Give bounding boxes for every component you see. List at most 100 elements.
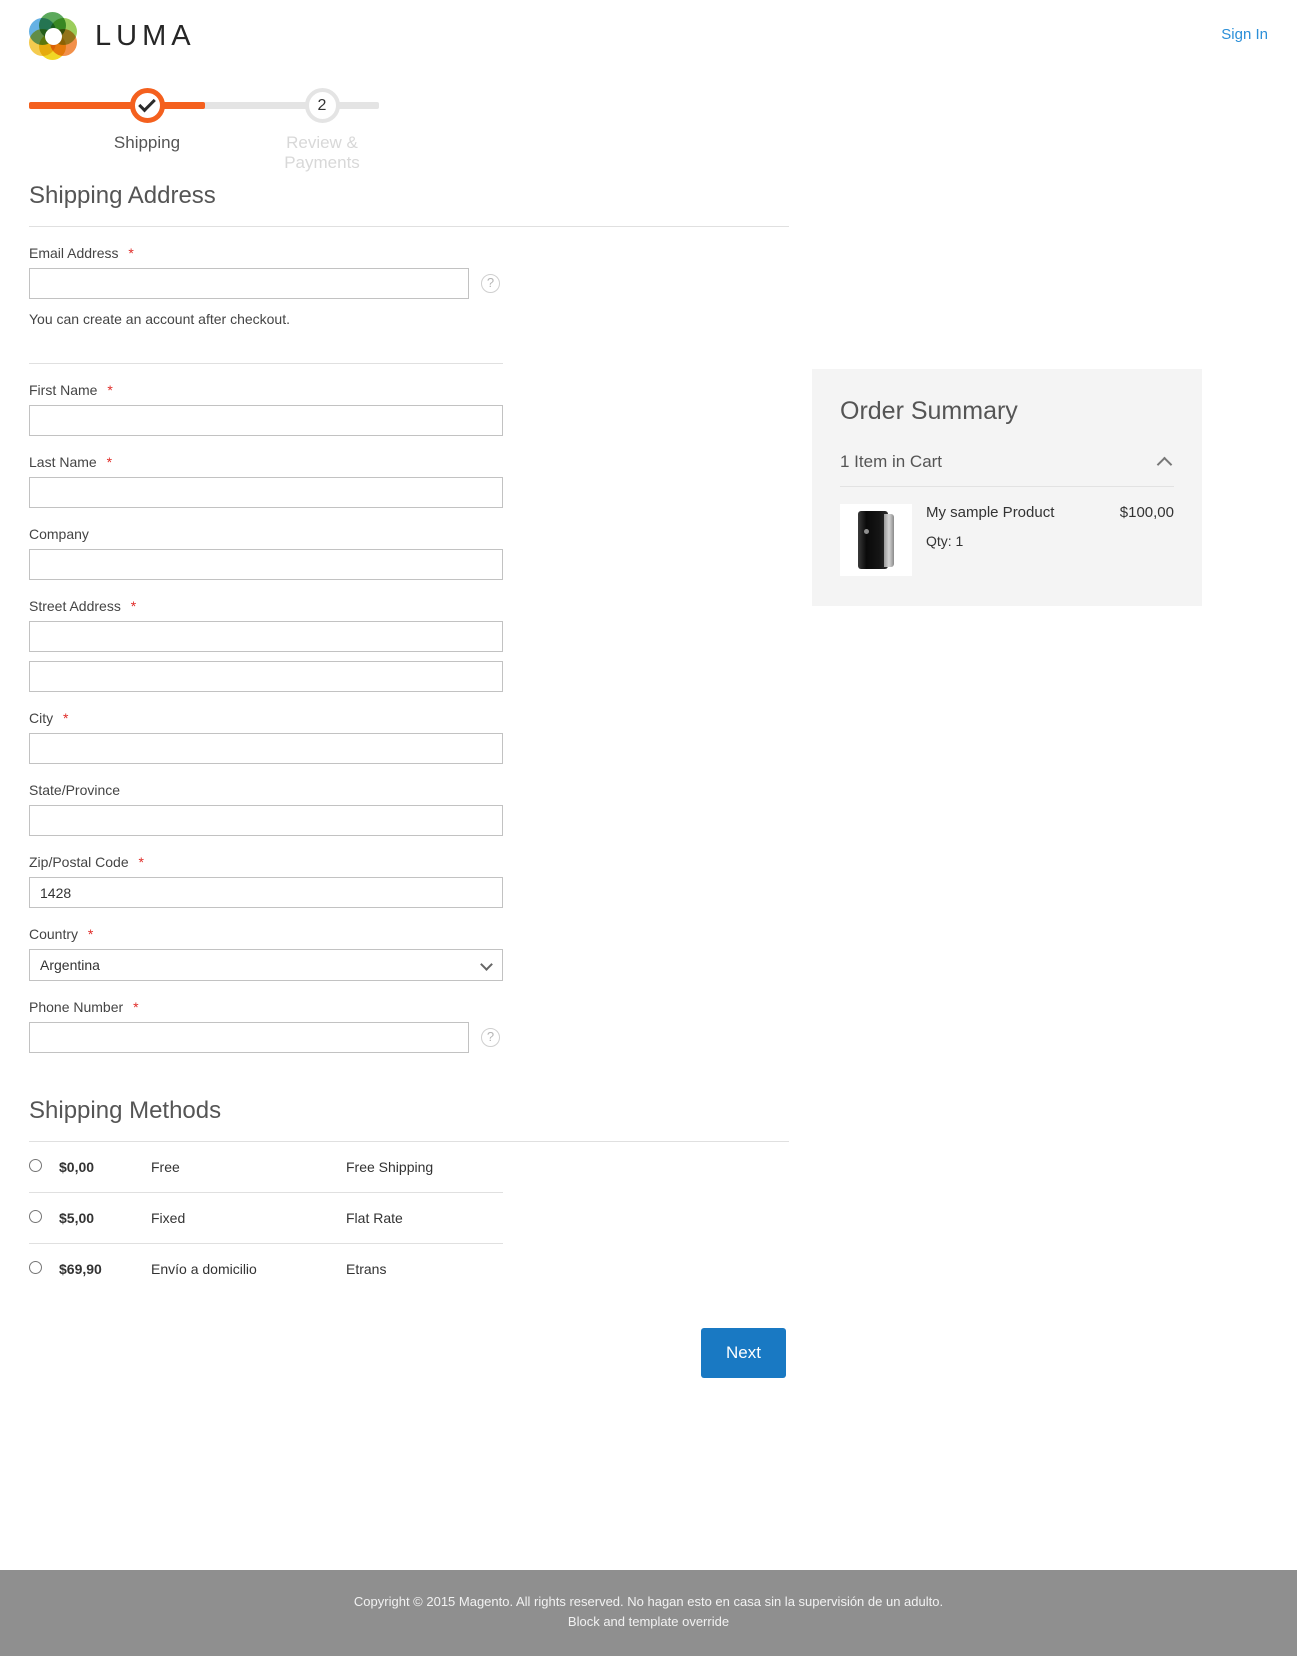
order-summary-title: Order Summary	[840, 397, 1018, 425]
phone-input[interactable]	[29, 1022, 469, 1053]
street-address-line2-input[interactable]	[29, 661, 503, 692]
checkout-main-column: Shipping Address Email Address * ? You c…	[29, 158, 789, 1378]
shipping-method-name: Fixed	[151, 1210, 186, 1226]
email-label-text: Email Address	[29, 245, 119, 261]
check-icon	[138, 94, 156, 113]
last-name-required-mark: *	[106, 454, 113, 470]
street-address-label: Street Address *	[29, 598, 789, 614]
form-actions: Next	[29, 1328, 789, 1378]
country-required-mark: *	[87, 926, 94, 942]
cart-items-toggle[interactable]: 1 Item in Cart	[840, 452, 1174, 487]
field-last-name: Last Name *	[29, 454, 789, 508]
field-company: Company	[29, 526, 789, 580]
zip-label-text: Zip/Postal Code	[29, 854, 129, 870]
table-row[interactable]: $69,90 Envío a domicilio Etrans	[29, 1244, 503, 1295]
luma-flower-logo-icon	[29, 12, 77, 60]
table-row[interactable]: $0,00 Free Free Shipping	[29, 1142, 503, 1193]
city-label-text: City	[29, 710, 54, 726]
shipping-method-price: $5,00	[59, 1210, 95, 1226]
company-label: Company	[29, 526, 789, 542]
shipping-method-radio-cell	[29, 1244, 59, 1295]
chevron-up-icon	[1156, 456, 1173, 472]
country-select[interactable]: Argentina	[29, 949, 503, 981]
checkout-progress-bar: Shipping 2 Review & Payments	[29, 88, 379, 172]
email-note: You can create an account after checkout…	[29, 311, 290, 327]
shipping-method-carrier: Flat Rate	[346, 1210, 403, 1226]
sign-in-link[interactable]: Sign In	[1221, 26, 1268, 43]
email-input[interactable]	[29, 268, 469, 299]
first-name-label: First Name *	[29, 382, 789, 398]
company-input[interactable]	[29, 549, 503, 580]
last-name-label-text: Last Name	[29, 454, 97, 470]
shipping-method-radio-cell	[29, 1142, 59, 1193]
state-province-label-text: State/Province	[29, 782, 121, 798]
order-summary-panel: Order Summary 1 Item in Cart My sample P…	[812, 369, 1202, 606]
field-country: Country * Argentina	[29, 926, 789, 981]
street-address-line1-input[interactable]	[29, 621, 503, 652]
field-state-province: State/Province	[29, 782, 789, 836]
field-phone-number: Phone Number * ?	[29, 999, 789, 1053]
help-circle-icon-phone[interactable]: ?	[481, 1028, 500, 1047]
cart-item-name: My sample Product	[926, 504, 1055, 521]
brand-logo[interactable]: LUMA	[29, 12, 196, 60]
next-button[interactable]: Next	[701, 1328, 786, 1378]
phone-required-mark: *	[133, 999, 139, 1015]
cart-count-label: 1 Item in Cart	[840, 452, 943, 471]
checkout-sidebar: Order Summary 1 Item in Cart My sample P…	[812, 369, 1202, 606]
shipping-method-name: Free	[151, 1159, 180, 1175]
checkout-content: Shipping Address Email Address * ? You c…	[0, 158, 1297, 1378]
state-province-input[interactable]	[29, 805, 503, 836]
shipping-method-carrier: Etrans	[346, 1261, 387, 1277]
footer-copyright-line: Copyright © 2015 Magento. All rights res…	[353, 1593, 944, 1609]
step-shipping-label: Shipping	[113, 133, 181, 152]
shipping-method-radio-cell	[29, 1193, 59, 1244]
email-divider	[29, 363, 503, 364]
step-shipping-circle	[129, 88, 165, 123]
first-name-required-mark: *	[107, 382, 113, 398]
phone-label: Phone Number *	[29, 999, 789, 1015]
zip-label: Zip/Postal Code *	[29, 854, 789, 870]
shipping-method-radio-etrans[interactable]	[29, 1261, 42, 1274]
shipping-address-title: Shipping Address	[29, 182, 789, 227]
shipping-method-name: Envío a domicilio	[151, 1261, 257, 1277]
help-circle-icon-email[interactable]: ?	[481, 274, 500, 293]
step-review-circle: 2	[304, 88, 340, 123]
city-required-mark: *	[63, 710, 69, 726]
field-zip-postal-code: Zip/Postal Code *	[29, 854, 789, 908]
shipping-methods-table: $0,00 Free Free Shipping $5,00 Fixed Fla…	[29, 1142, 503, 1294]
shipping-method-price: $0,00	[59, 1159, 95, 1175]
shipping-method-radio-fixed[interactable]	[29, 1210, 42, 1223]
email-label: Email Address *	[29, 245, 789, 261]
page-header: LUMA Sign In	[0, 0, 1297, 74]
product-thumbnail-icon	[840, 504, 912, 576]
zip-required-mark: *	[138, 854, 144, 870]
shipping-method-price: $69,90	[59, 1261, 102, 1277]
first-name-input[interactable]	[29, 405, 503, 436]
street-address-label-text: Street Address	[29, 598, 121, 614]
footer-override-line: Block and template override	[567, 1613, 730, 1629]
country-label-text: Country	[29, 926, 79, 942]
field-email: Email Address * ? You can create an acco…	[29, 245, 789, 364]
page-footer: Copyright © 2015 Magento. All rights res…	[0, 1569, 1297, 1656]
city-label: City *	[29, 710, 789, 726]
shipping-method-carrier: Free Shipping	[346, 1159, 434, 1175]
company-label-text: Company	[29, 526, 89, 542]
zip-input[interactable]	[29, 877, 503, 908]
shipping-methods-title: Shipping Methods	[29, 1097, 789, 1142]
field-street-address: Street Address *	[29, 598, 789, 692]
cart-item-qty: Qty: 1	[926, 533, 964, 549]
progress-step-shipping[interactable]: Shipping	[82, 88, 212, 153]
field-first-name: First Name *	[29, 382, 789, 436]
list-item: My sample Product Qty: 1 $100,00	[840, 487, 1174, 576]
table-row[interactable]: $5,00 Fixed Flat Rate	[29, 1193, 503, 1244]
city-input[interactable]	[29, 733, 503, 764]
street-address-required-mark: *	[130, 598, 137, 614]
email-required-mark: *	[128, 245, 134, 261]
state-province-label: State/Province	[29, 782, 789, 798]
brand-name: LUMA	[95, 19, 196, 52]
shipping-method-radio-free[interactable]	[29, 1159, 42, 1172]
country-label: Country *	[29, 926, 789, 942]
first-name-label-text: First Name	[29, 382, 98, 398]
phone-label-text: Phone Number	[29, 999, 124, 1015]
last-name-input[interactable]	[29, 477, 503, 508]
